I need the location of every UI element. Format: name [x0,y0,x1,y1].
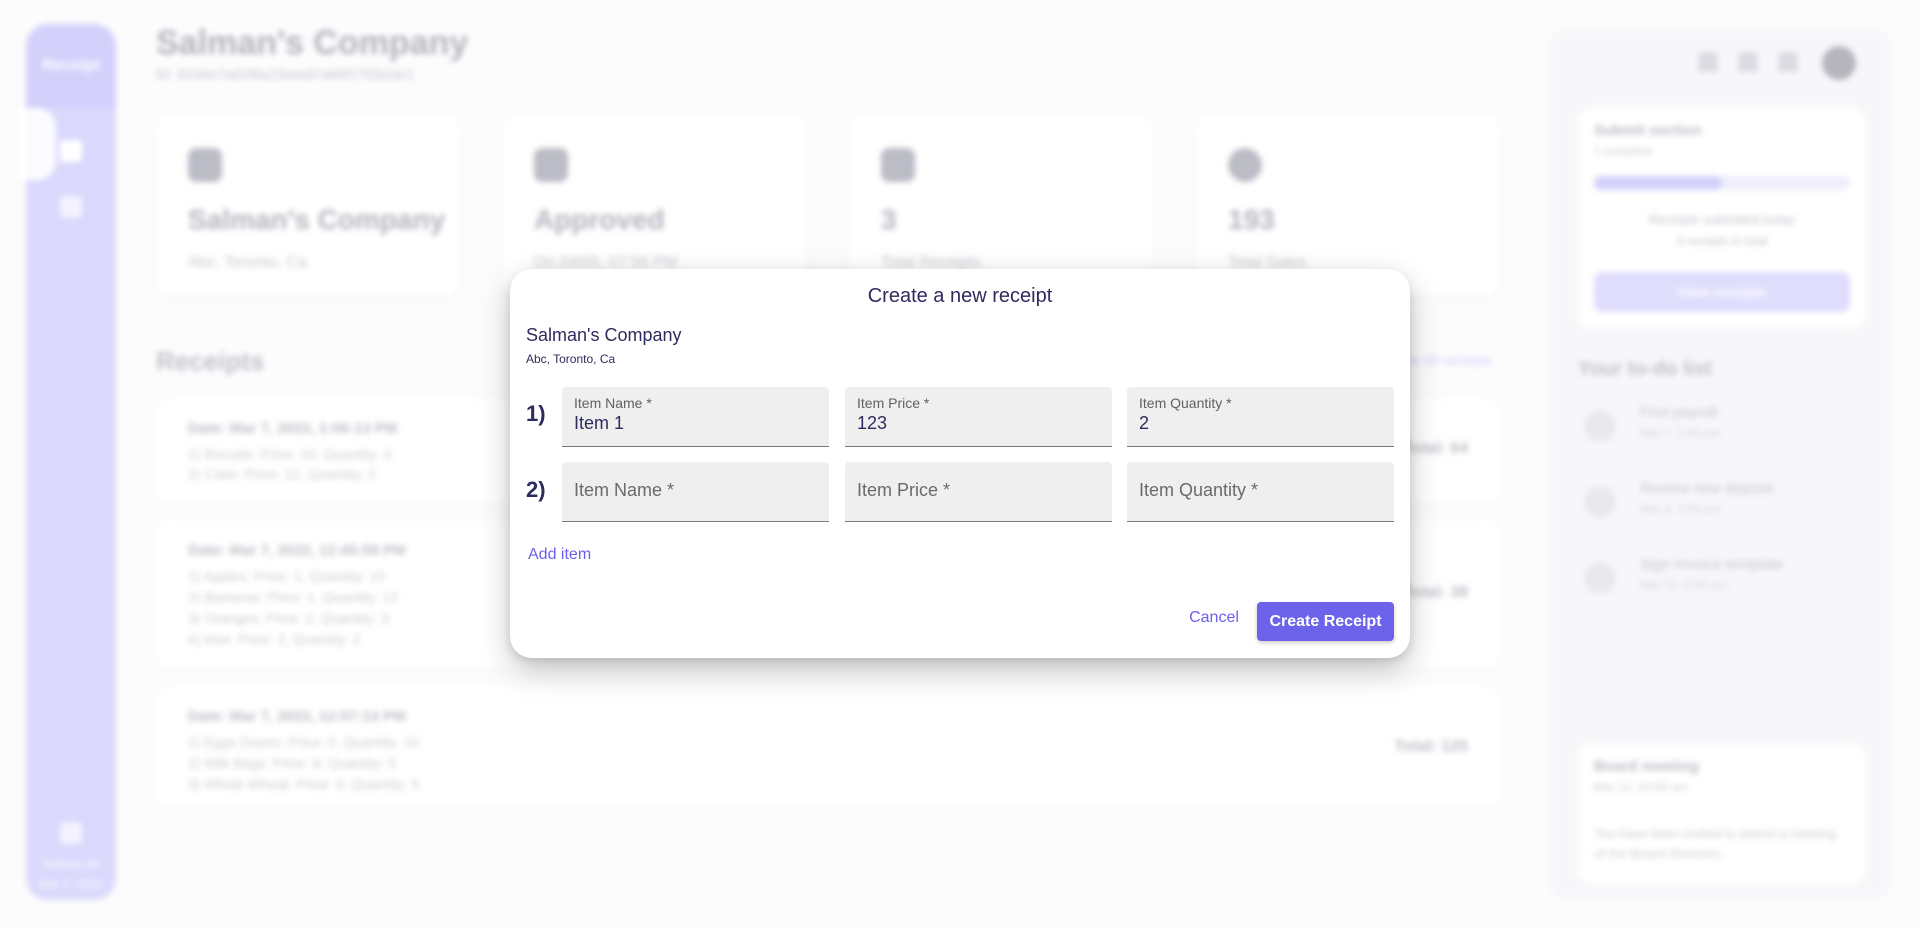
item-quantity-label: Item Quantity * [1139,480,1259,500]
item-price-value[interactable]: 123 [857,413,887,434]
item-quantity-value[interactable]: 2 [1139,413,1149,434]
add-item-button[interactable]: Add item [528,546,591,564]
item-quantity-label: Item Quantity * [1139,395,1232,411]
cancel-button[interactable]: Cancel [1182,602,1246,634]
company-address: Abc, Toronto, Ca [526,352,616,366]
item-name-value[interactable]: Item 1 [574,413,624,434]
item-name-label: Item Name * [574,395,652,411]
item-name-label: Item Name * [574,480,675,500]
item-price-field[interactable]: Item Price * 123 [845,387,1112,447]
dialog-title: Create a new receipt [867,285,1053,307]
create-receipt-button[interactable]: Create Receipt [1257,602,1394,641]
item-name-field[interactable]: Item Name * Item 1 [562,387,829,447]
item-price-label: Item Price * [857,395,930,411]
item-price-label: Item Price * [857,480,951,500]
item-price-field[interactable]: Item Price * [845,462,1112,522]
item-quantity-field[interactable]: Item Quantity * [1127,462,1394,522]
company-name: Salman's Company [526,325,682,345]
row-number: 1) [526,401,546,426]
item-name-field[interactable]: Item Name * [562,462,829,522]
row-number: 2) [526,477,546,502]
create-receipt-dialog: Create a new receipt Salman's Company Ab… [510,269,1410,658]
item-quantity-field[interactable]: Item Quantity * 2 [1127,387,1394,447]
